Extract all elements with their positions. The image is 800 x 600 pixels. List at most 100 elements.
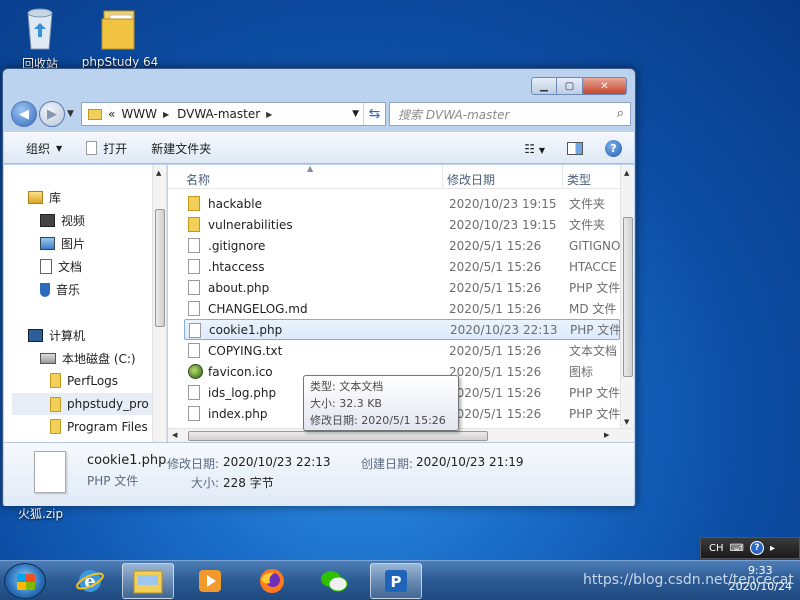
maximize-button[interactable]: ▢ xyxy=(557,77,583,95)
input-language[interactable]: CH xyxy=(709,543,724,554)
minimize-button[interactable]: ▁ xyxy=(531,77,557,95)
back-button[interactable]: ◀ xyxy=(11,101,37,127)
navigation-pane: 库 视频 图片 文档 音乐 计算机 本地磁盘 (C:) PerfLogs php… xyxy=(4,165,167,442)
file-tooltip: 类型: 文本文档 大小: 32.3 KB 修改日期: 2020/5/1 15:2… xyxy=(303,375,459,431)
file-name: hackable xyxy=(208,196,262,211)
help-icon[interactable]: ? xyxy=(749,541,764,555)
nav-item-program-files[interactable]: Program Files xyxy=(50,419,148,434)
file-row[interactable]: .htaccess 2020/5/1 15:26 HTACCE xyxy=(184,256,620,277)
file-name: cookie1.php xyxy=(209,322,283,337)
details-pane: cookie1.php PHP 文件 修改日期: 2020/10/23 22:1… xyxy=(4,442,634,506)
file-row[interactable]: CHANGELOG.md 2020/5/1 15:26 MD 文件 xyxy=(184,298,620,319)
column-type[interactable]: 类型 xyxy=(567,171,591,188)
organize-button[interactable]: 组织 ▼ xyxy=(4,140,74,157)
scroll-thumb[interactable] xyxy=(188,431,488,441)
media-player-icon xyxy=(199,570,221,592)
file-date: 2020/5/1 15:26 xyxy=(449,364,542,379)
scroll-up-icon[interactable]: ▲ xyxy=(156,169,161,177)
address-dropdown[interactable]: ▼ xyxy=(352,109,359,119)
details-modified-value: 2020/10/23 22:13 xyxy=(223,455,331,469)
scroll-thumb[interactable] xyxy=(155,209,165,327)
language-bar: CH ⌨ ? ▸ xyxy=(700,537,800,559)
close-button[interactable]: ✕ xyxy=(583,77,627,95)
scroll-left-icon[interactable]: ◀ xyxy=(172,431,177,439)
scroll-thumb[interactable] xyxy=(623,217,633,377)
desktop-icon-zip[interactable]: 火狐.zip xyxy=(0,505,90,522)
file-type: PHP 文件 xyxy=(569,386,621,400)
search-input[interactable]: 搜索 DVWA-master ⌕ xyxy=(389,102,631,126)
taskbar-app-phpstudy[interactable]: P xyxy=(370,563,422,599)
document-icon xyxy=(40,259,52,274)
details-created-label: 创建日期: xyxy=(361,457,414,471)
nav-item-label: Program Files xyxy=(67,419,148,434)
firefox-icon xyxy=(260,569,284,593)
nav-item-phpstudy[interactable]: phpstudy_pro xyxy=(12,393,160,415)
file-icon xyxy=(188,280,200,295)
breadcrumb-dvwa-master[interactable]: DVWA-master xyxy=(177,107,260,121)
preview-pane-icon[interactable] xyxy=(567,142,583,155)
start-button[interactable] xyxy=(4,563,46,599)
taskbar-app-wechat[interactable] xyxy=(308,563,360,599)
nav-item-local-disk[interactable]: 本地磁盘 (C:) xyxy=(40,350,136,367)
windows-logo-icon xyxy=(17,574,35,590)
file-row[interactable]: COPYING.txt 2020/5/1 15:26 文本文档 xyxy=(184,340,620,361)
file-type: PHP 文件 xyxy=(569,281,621,295)
nav-item-computer[interactable]: 计算机 xyxy=(28,327,85,344)
file-row[interactable]: cookie1.php 2020/10/23 22:13 PHP 文件 xyxy=(184,319,621,340)
forward-button[interactable]: ▶ xyxy=(39,101,65,127)
nav-item-music[interactable]: 音乐 xyxy=(40,281,80,298)
file-row[interactable]: hackable 2020/10/23 19:15 文件夹 xyxy=(184,193,620,214)
file-row[interactable]: .gitignore 2020/5/1 15:26 GITIGNO xyxy=(184,235,620,256)
file-date: 2020/10/23 19:15 xyxy=(449,196,557,211)
nav-item-videos[interactable]: 视频 xyxy=(40,212,85,229)
file-row[interactable]: vulnerabilities 2020/10/23 19:15 文件夹 xyxy=(184,214,620,235)
scroll-up-icon[interactable]: ▲ xyxy=(624,169,629,177)
keyboard-icon[interactable]: ⌨ xyxy=(730,543,744,554)
file-row[interactable]: about.php 2020/5/1 15:26 PHP 文件 xyxy=(184,277,620,298)
new-folder-button[interactable]: 新建文件夹 xyxy=(139,140,223,157)
nav-item-perflogs[interactable]: PerfLogs xyxy=(50,373,118,388)
address-bar[interactable]: « WWW ▶ DVWA-master ▶ ▼ ⇆ xyxy=(81,102,386,126)
taskbar-app-firefox[interactable] xyxy=(246,563,298,599)
taskbar-app-ie[interactable]: e xyxy=(64,563,116,599)
details-modified-label: 修改日期: xyxy=(167,457,220,471)
breadcrumb-overflow[interactable]: « xyxy=(108,107,115,121)
nav-item-libraries[interactable]: 库 xyxy=(28,189,61,206)
chevron-right-icon[interactable]: ▶ xyxy=(163,110,169,119)
nav-scrollbar[interactable]: ▲ xyxy=(152,165,166,442)
scroll-right-icon[interactable]: ▶ xyxy=(604,431,609,439)
taskbar-app-explorer[interactable] xyxy=(122,563,174,599)
change-view-button[interactable]: ☷ ▼ xyxy=(524,142,545,156)
details-size-value: 228 字节 xyxy=(223,476,274,490)
desktop-icon-recycle-bin[interactable]: 回收站 xyxy=(0,5,80,72)
recent-pages-dropdown[interactable]: ▼ xyxy=(67,109,74,119)
file-type: PHP 文件 xyxy=(569,407,621,421)
organize-label: 组织 xyxy=(26,141,51,156)
details-file-name: cookie1.php xyxy=(87,453,167,468)
nav-item-label: 库 xyxy=(49,191,62,205)
nav-item-pictures[interactable]: 图片 xyxy=(40,235,85,252)
chevron-right-icon[interactable]: ▶ xyxy=(266,110,272,119)
taskbar-app-media-player[interactable] xyxy=(184,563,236,599)
file-scrollbar[interactable]: ▲ ▼ xyxy=(620,165,634,442)
nav-item-label: 本地磁盘 (C:) xyxy=(62,352,136,366)
help-icon[interactable]: ? xyxy=(605,140,622,157)
file-date: 2020/5/1 15:26 xyxy=(449,259,542,274)
scroll-down-icon[interactable]: ▼ xyxy=(624,418,629,426)
search-icon[interactable]: ⌕ xyxy=(617,106,624,121)
open-button[interactable]: 打开 xyxy=(74,140,139,157)
breadcrumb-www[interactable]: WWW xyxy=(121,107,157,121)
column-name[interactable]: 名称 xyxy=(186,171,210,188)
desktop-icon-phpstudy[interactable]: phpStudy 64 xyxy=(80,5,160,69)
refresh-button[interactable]: ⇆ xyxy=(363,103,385,125)
file-date: 2020/5/1 15:26 xyxy=(449,301,542,316)
column-date-modified[interactable]: 修改日期 xyxy=(447,171,495,188)
drive-icon xyxy=(40,353,56,364)
file-name: COPYING.txt xyxy=(208,343,283,358)
file-date: 2020/5/1 15:26 xyxy=(449,406,542,421)
tooltip-modified: 修改日期: 2020/5/1 15:26 xyxy=(310,414,446,427)
watermark-text: https://blog.csdn.net/tencecat xyxy=(583,572,794,588)
nav-item-documents[interactable]: 文档 xyxy=(40,258,82,275)
nav-item-label: 视频 xyxy=(61,214,86,228)
options-icon[interactable]: ▸ xyxy=(770,543,775,554)
